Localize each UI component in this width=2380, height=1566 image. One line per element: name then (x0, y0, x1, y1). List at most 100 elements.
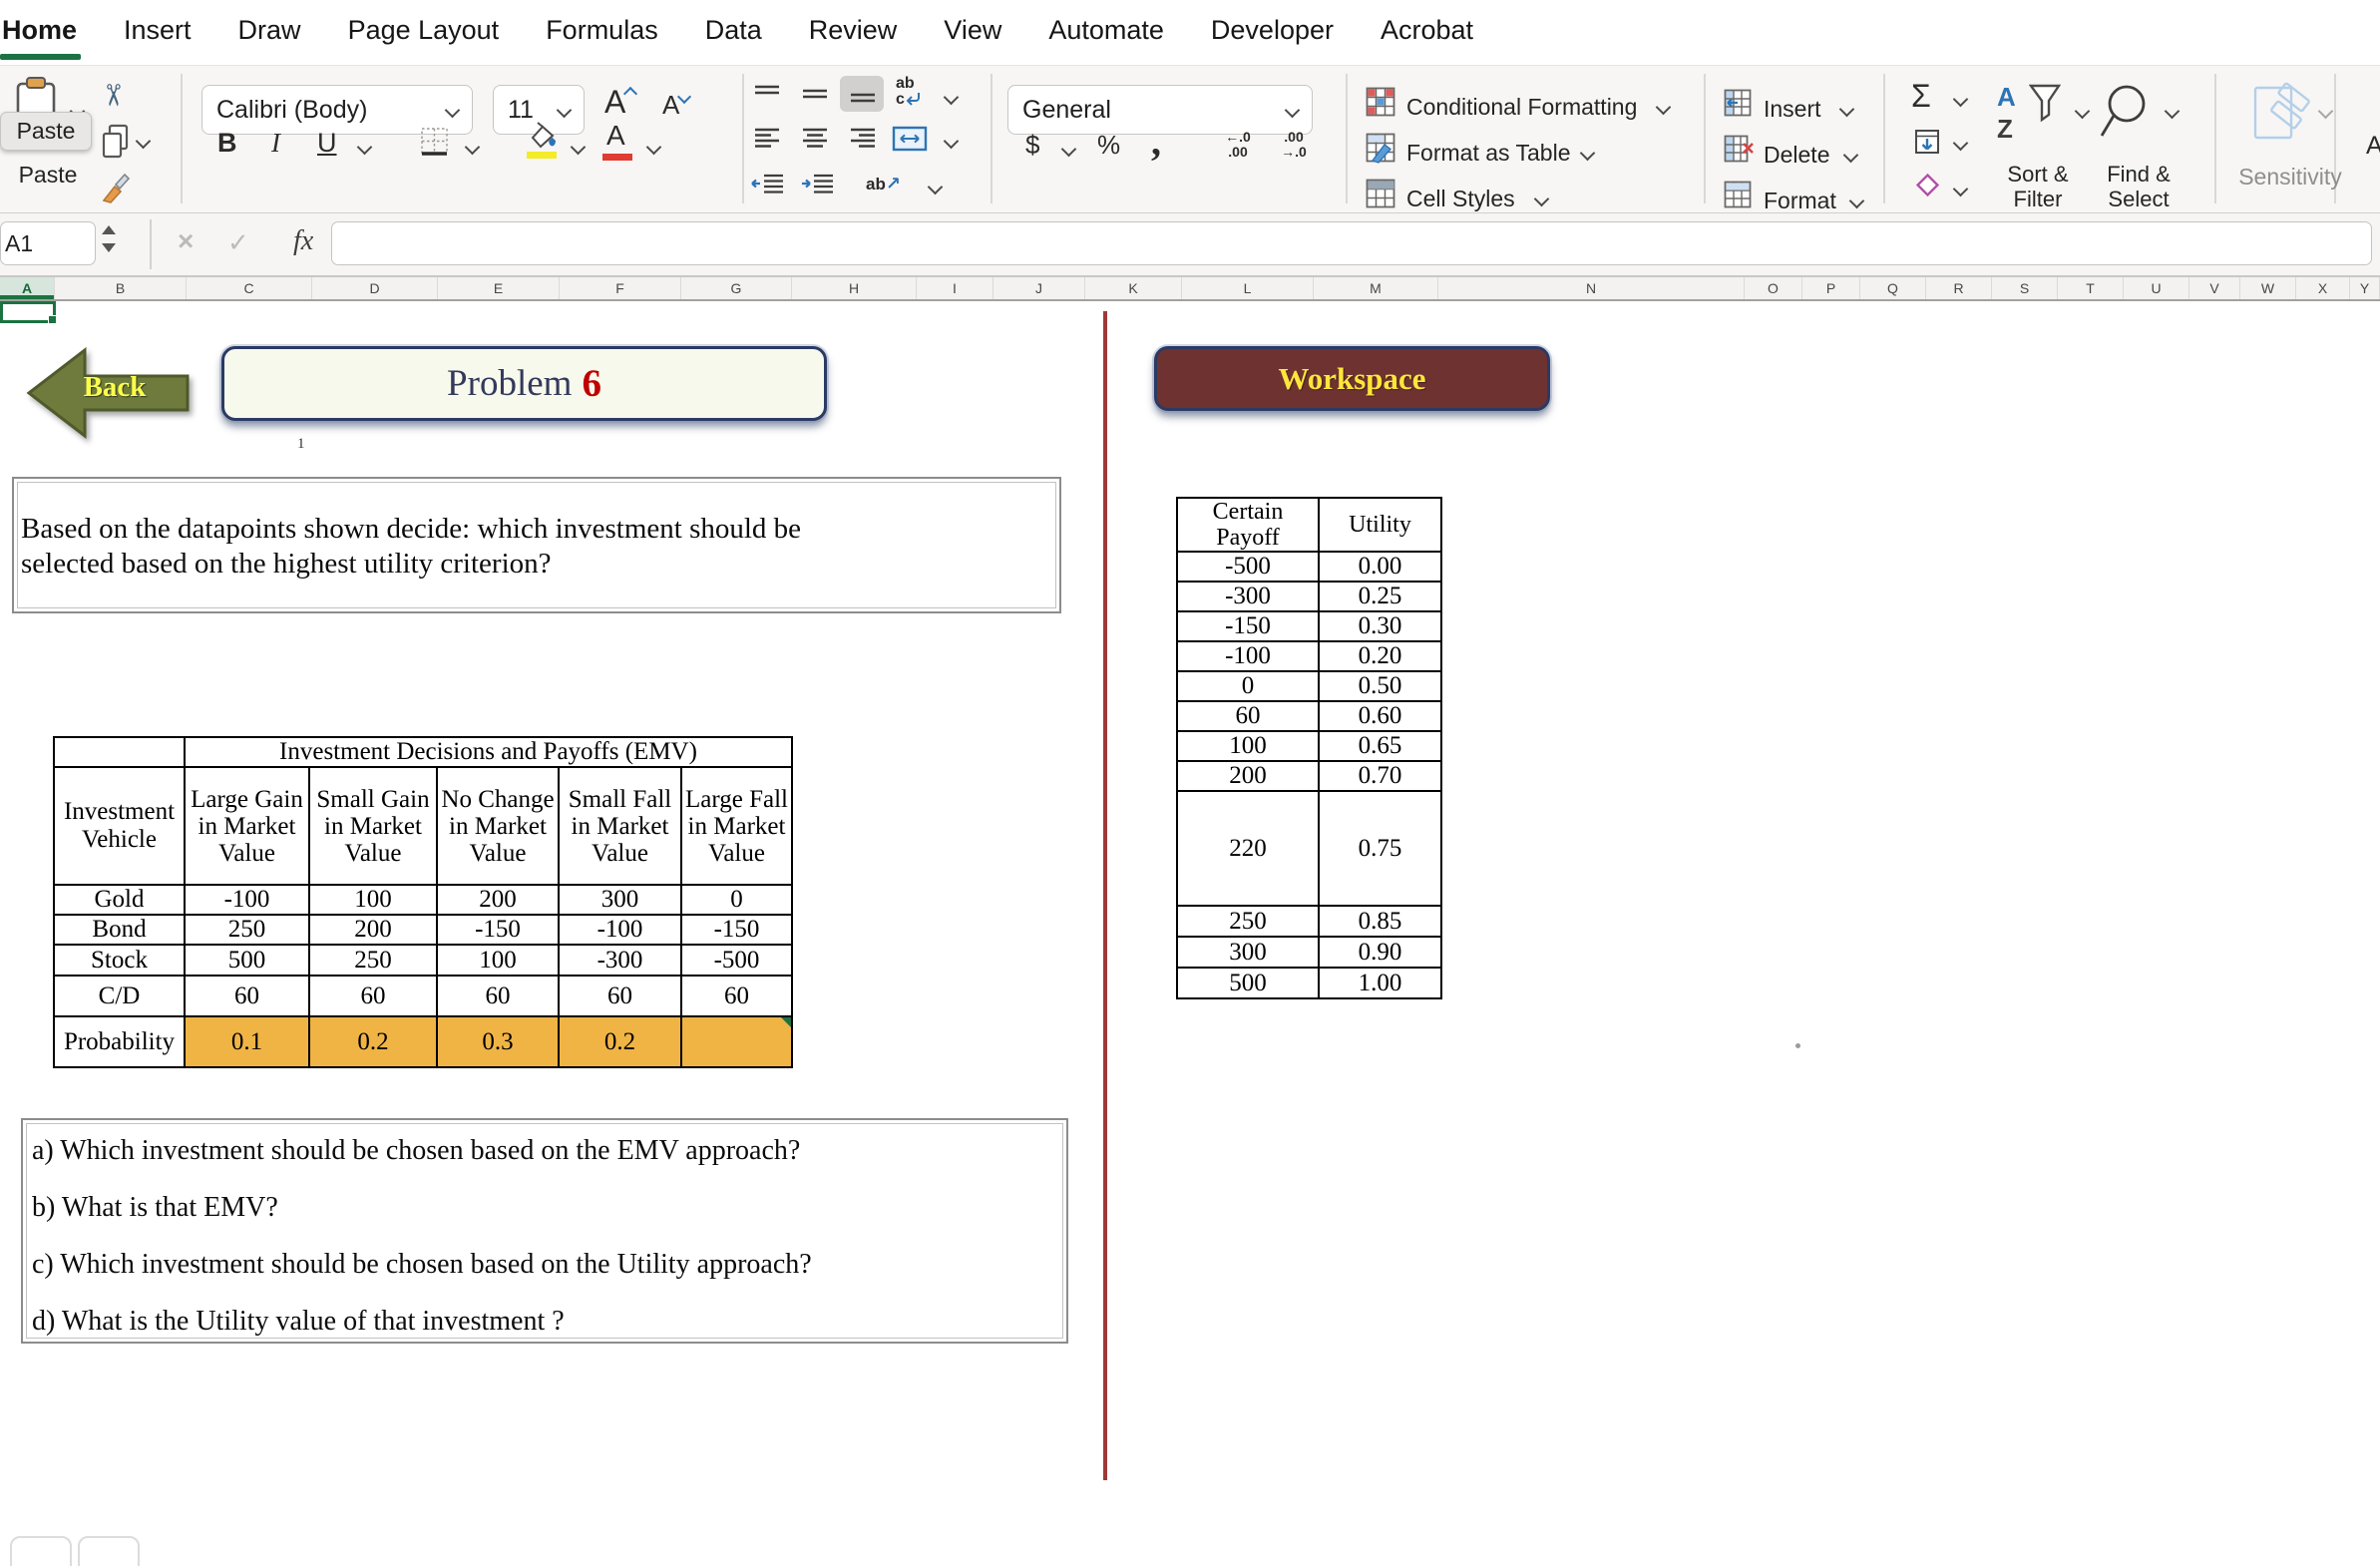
inv-cell[interactable]: 60 (559, 976, 681, 1016)
problem-title-box[interactable]: Problem 6 (221, 346, 827, 421)
column-header-S[interactable]: S (1992, 277, 2058, 299)
menu-item-developer[interactable]: Developer (1211, 3, 1334, 62)
comma-button[interactable]: , (1151, 118, 1161, 165)
column-header-B[interactable]: B (55, 277, 187, 299)
cell-styles-button[interactable]: Cell Styles (1406, 186, 1515, 212)
column-header-Q[interactable]: Q (1860, 277, 1926, 299)
inv-cell[interactable]: 250 (309, 945, 437, 976)
confirm-icon[interactable]: ✓ (227, 227, 249, 258)
probability-cell[interactable]: 0.1 (185, 1016, 309, 1067)
percent-button[interactable]: % (1097, 130, 1120, 161)
column-header-K[interactable]: K (1085, 277, 1182, 299)
inv-cell[interactable]: 100 (309, 885, 437, 915)
utility-cell[interactable]: -100 (1177, 641, 1319, 671)
align-right-icon[interactable] (848, 126, 878, 155)
delete-cells-button[interactable]: Delete (1764, 142, 1829, 169)
utility-cell[interactable]: 60 (1177, 701, 1319, 731)
inv-cell[interactable]: 500 (185, 945, 309, 976)
utility-cell[interactable]: -150 (1177, 611, 1319, 641)
copy-icon[interactable] (100, 124, 130, 165)
inv-cell[interactable]: 250 (185, 915, 309, 945)
inv-row-label-gold[interactable]: Gold (54, 885, 185, 915)
prompt-box[interactable]: Based on the datapoints shown decide: wh… (12, 477, 1061, 613)
merge-center-icon[interactable] (892, 126, 928, 157)
wrap-text-icon[interactable]: abc (896, 76, 921, 108)
copy-chevron-icon[interactable] (136, 134, 152, 150)
decrease-decimal-button[interactable]: .00→.0 (1271, 130, 1317, 160)
utility-cell[interactable]: 0.75 (1319, 791, 1441, 906)
menu-item-formulas[interactable]: Formulas (546, 3, 658, 62)
menu-item-insert[interactable]: Insert (124, 3, 192, 62)
align-top-icon[interactable] (752, 82, 782, 111)
utility-cell[interactable]: 200 (1177, 761, 1319, 791)
menu-item-home[interactable]: Home (2, 3, 77, 62)
format-as-table-chevron-icon[interactable] (1580, 146, 1596, 162)
column-header-R[interactable]: R (1926, 277, 1992, 299)
column-header-J[interactable]: J (993, 277, 1085, 299)
inv-cell[interactable]: -100 (185, 885, 309, 915)
font-color-button[interactable]: A (606, 120, 625, 152)
column-header-L[interactable]: L (1182, 277, 1314, 299)
insert-cells-button[interactable]: Insert (1764, 96, 1821, 123)
delete-cells-chevron-icon[interactable] (1843, 148, 1859, 164)
inv-row-label-stock[interactable]: Stock (54, 945, 185, 976)
inv-row-label-probability[interactable]: Probability (54, 1016, 185, 1067)
text-orientation-icon[interactable]: ab↗ (866, 174, 901, 195)
inv-cell[interactable]: 100 (437, 945, 559, 976)
column-header-U[interactable]: U (2124, 277, 2189, 299)
align-left-icon[interactable] (752, 126, 782, 155)
column-header-N[interactable]: N (1438, 277, 1745, 299)
increase-decimal-button[interactable]: ←.0.00 (1215, 130, 1261, 160)
autosum-icon[interactable]: Σ (1911, 78, 1931, 115)
menu-item-automate[interactable]: Automate (1048, 3, 1164, 62)
borders-button[interactable] (419, 126, 451, 163)
column-header-T[interactable]: T (2058, 277, 2124, 299)
menu-item-page-layout[interactable]: Page Layout (348, 3, 500, 62)
utility-cell[interactable]: 0.50 (1319, 671, 1441, 701)
currency-button[interactable]: $ (1025, 130, 1039, 161)
inv-cell[interactable]: -100 (559, 915, 681, 945)
orientation-chevron-icon[interactable] (928, 180, 944, 196)
column-header-O[interactable]: O (1745, 277, 1802, 299)
shrink-font-icon[interactable]: A (662, 90, 689, 121)
menu-item-acrobat[interactable]: Acrobat (1381, 3, 1473, 62)
inv-cell[interactable]: -500 (681, 945, 792, 976)
menu-item-data[interactable]: Data (705, 3, 762, 62)
inv-cell[interactable]: -150 (681, 915, 792, 945)
increase-indent-icon[interactable] (800, 172, 836, 200)
menu-item-draw[interactable]: Draw (238, 3, 301, 62)
format-cells-icon[interactable] (1723, 180, 1753, 214)
utility-cell[interactable]: 0 (1177, 671, 1319, 701)
probability-cell[interactable]: 0.3 (437, 1016, 559, 1067)
grow-font-icon[interactable]: A (604, 84, 635, 121)
insert-cells-icon[interactable] (1723, 88, 1753, 123)
delete-cells-icon[interactable] (1723, 134, 1755, 169)
fx-icon[interactable]: fx (293, 225, 313, 257)
utility-cell[interactable]: 0.00 (1319, 552, 1441, 582)
utility-cell[interactable]: 0.25 (1319, 582, 1441, 611)
utility-cell[interactable]: 500 (1177, 968, 1319, 998)
utility-cell[interactable]: 300 (1177, 937, 1319, 968)
merge-center-chevron-icon[interactable] (944, 134, 960, 150)
inv-cell[interactable]: -150 (437, 915, 559, 945)
fill-down-chevron-icon[interactable] (1953, 136, 1969, 152)
wrap-text-chevron-icon[interactable] (944, 90, 960, 106)
name-box-spinner-down-icon[interactable] (102, 243, 116, 252)
italic-button[interactable]: I (271, 128, 280, 159)
column-header-W[interactable]: W (2240, 277, 2296, 299)
conditional-formatting-chevron-icon[interactable] (1656, 100, 1672, 116)
utility-cell[interactable]: -300 (1177, 582, 1319, 611)
format-as-table-icon[interactable] (1365, 132, 1396, 169)
cancel-icon[interactable]: × (178, 225, 194, 257)
clear-icon[interactable] (1913, 174, 1941, 204)
fill-color-button[interactable] (525, 122, 559, 157)
menu-item-review[interactable]: Review (809, 3, 898, 62)
utility-cell[interactable]: 0.85 (1319, 906, 1441, 937)
insert-cells-chevron-icon[interactable] (1839, 102, 1855, 118)
autosum-chevron-icon[interactable] (1953, 92, 1969, 108)
probability-cell[interactable] (681, 1016, 792, 1067)
cell-styles-chevron-icon[interactable] (1534, 192, 1550, 207)
fill-color-chevron-icon[interactable] (571, 140, 587, 156)
inv-row-label-c-d[interactable]: C/D (54, 976, 185, 1016)
column-header-E[interactable]: E (438, 277, 560, 299)
